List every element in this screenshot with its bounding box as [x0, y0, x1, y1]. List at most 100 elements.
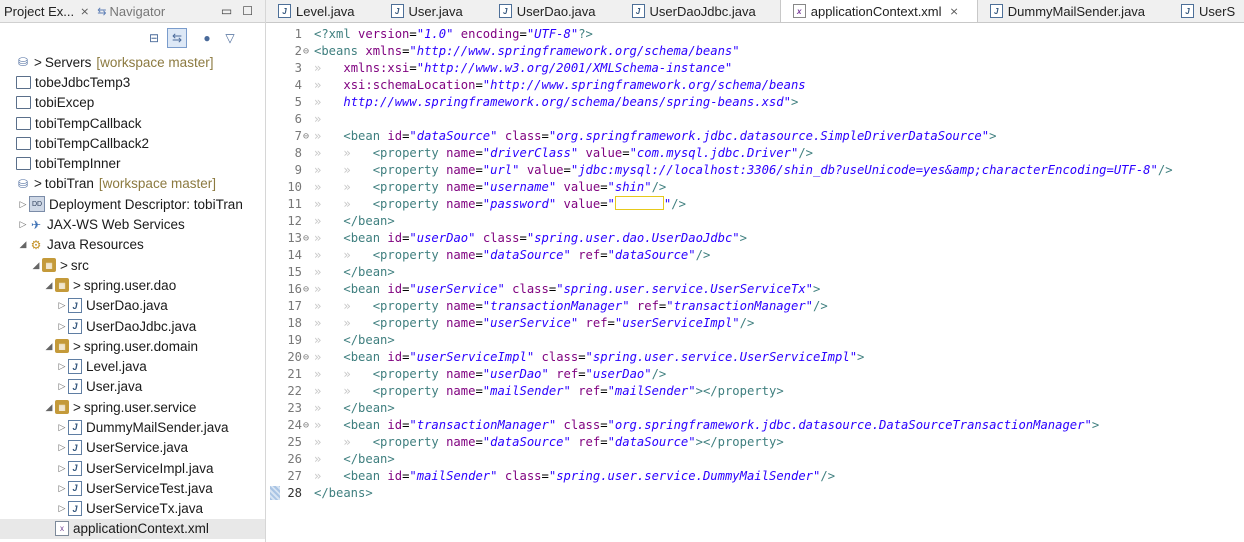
tree-item[interactable]: ▷ J UserServiceImpl.java	[0, 458, 265, 478]
tree-item[interactable]: ⛁ > Servers [workspace master]	[0, 52, 265, 72]
tree-item[interactable]: ▷ J UserService.java	[0, 438, 265, 458]
tree-item[interactable]: ▷ J DummyMailSender.java	[0, 417, 265, 437]
expanded-arrow-icon[interactable]: ◢	[30, 260, 42, 271]
xml-string: "org.springframework.jdbc.datasource.Sim…	[548, 129, 990, 143]
code-line: 27» <bean id="mailSender" class="spring.…	[266, 468, 1244, 485]
code-text: » <bean id="userDao" class="spring.user.…	[314, 230, 747, 247]
xml-string: "mailSender"	[607, 384, 696, 398]
tree-item[interactable]: ⛁ > tobiTran [workspace master]	[0, 174, 265, 194]
xml-tag: >	[790, 95, 799, 109]
collapsed-arrow-icon[interactable]: ▷	[56, 463, 68, 474]
collapsed-arrow-icon[interactable]: ▷	[56, 503, 68, 514]
tree-item[interactable]: ◢ ⚙ Java Resources	[0, 235, 265, 255]
collapsed-arrow-icon[interactable]: ▷	[17, 199, 29, 210]
tree-item[interactable]: tobiTempInner	[0, 153, 265, 173]
tree-item[interactable]: ◢ ▦ > spring.user.service	[0, 397, 265, 417]
tree-item[interactable]: x applicationContext.xml	[0, 518, 265, 540]
collapsed-arrow-icon[interactable]: ▷	[56, 381, 68, 392]
editor-tab[interactable]: J DummyMailSender.java	[978, 0, 1169, 22]
line-number: 13	[287, 231, 302, 245]
tree-item[interactable]: ▷ J UserServiceTest.java	[0, 478, 265, 498]
tree-item[interactable]: ▷ DD Deployment Descriptor: tobiTran	[0, 194, 265, 214]
editor-tab[interactable]: J UserDaoJdbc.java	[620, 0, 780, 22]
collapsed-arrow-icon[interactable]: ▷	[56, 361, 68, 372]
tree-item-label: UserDaoJdbc.java	[86, 318, 197, 334]
whitespace-marker: »	[343, 163, 373, 177]
fold-toggle-icon[interactable]: ⊖	[303, 281, 309, 298]
tree-item-repo-tag: [workspace master]	[96, 54, 214, 70]
project-tree: ⛁ > Servers [workspace master] tobeJdbcTemp…	[0, 52, 265, 540]
expanded-arrow-icon[interactable]: ◢	[17, 239, 29, 250]
fold-toggle-icon[interactable]: ⊖	[303, 230, 309, 247]
tree-item[interactable]: ▷ J User.java	[0, 377, 265, 397]
collapsed-arrow-icon[interactable]: ▷	[56, 321, 68, 332]
view-window-controls: ▭ ☐	[221, 4, 265, 18]
tree-item[interactable]: ▷ J UserServiceTx.java	[0, 499, 265, 519]
xml-tag: <property	[372, 163, 447, 177]
expanded-arrow-icon[interactable]: ◢	[43, 341, 55, 352]
tree-item[interactable]: tobiTempCallback2	[0, 133, 265, 153]
tab-navigator[interactable]: ⇆ Navigator	[93, 4, 169, 19]
fold-toggle-icon[interactable]: ⊖	[303, 349, 309, 366]
fold-toggle-icon[interactable]: ⊖	[303, 43, 309, 60]
xml-attribute: class	[541, 350, 579, 364]
tree-item[interactable]: ▷ J UserDaoJdbc.java	[0, 316, 265, 336]
tree-item[interactable]: ◢ ▦ > spring.user.domain	[0, 336, 265, 356]
code-text: » </bean>	[314, 213, 395, 230]
focus-active-task-icon[interactable]: ●	[197, 28, 217, 48]
tree-item[interactable]: ◢ ▦ > spring.user.dao	[0, 275, 265, 295]
xml-string: "driverClass"	[482, 146, 579, 160]
code-text: » <bean id="transactionManager" class="o…	[314, 417, 1099, 434]
collapsed-arrow-icon[interactable]: ▷	[17, 219, 29, 230]
xml-string: "userDao"	[409, 231, 476, 245]
xml-string: "http://www.springframework.org/schema/b…	[482, 78, 806, 92]
whitespace-marker: »	[343, 180, 373, 194]
collapse-all-icon[interactable]: ⊟	[144, 28, 164, 48]
tree-item[interactable]: ▷ J Level.java	[0, 356, 265, 376]
collapsed-arrow-icon[interactable]: ▷	[56, 422, 68, 433]
editor-tab[interactable]: J User.java	[379, 0, 487, 22]
tree-item[interactable]: ▷ ✈ JAX-WS Web Services	[0, 214, 265, 234]
editor-tab[interactable]: x applicationContext.xml ⨯	[779, 0, 978, 22]
close-icon[interactable]: ⨯	[80, 5, 89, 18]
tree-item[interactable]: ▷ J UserDao.java	[0, 296, 265, 316]
maximize-icon[interactable]: ☐	[242, 4, 253, 18]
xml-text	[556, 197, 563, 211]
editor-tab[interactable]: J UserDao.java	[487, 0, 620, 22]
expanded-arrow-icon[interactable]: ◢	[43, 402, 55, 413]
collapsed-arrow-icon[interactable]: ▷	[56, 483, 68, 494]
view-menu-icon[interactable]: ▽	[220, 28, 240, 48]
minimize-icon[interactable]: ▭	[221, 4, 232, 18]
editor-tab[interactable]: J UserS	[1169, 0, 1244, 22]
tree-item-label: UserService.java	[86, 440, 189, 456]
fold-toggle-icon[interactable]: ⊖	[303, 417, 309, 434]
editor-tab[interactable]: J Level.java	[266, 0, 379, 22]
tree-item-label: spring.user.service	[83, 399, 197, 415]
tree-item[interactable]: tobeJdbcTemp3	[0, 72, 265, 92]
whitespace-marker: »	[314, 282, 344, 296]
tree-item[interactable]: tobiExcep	[0, 93, 265, 113]
line-number: 21	[287, 367, 302, 381]
code-line: 12 » </bean>	[266, 213, 1244, 230]
line-number: 5	[294, 95, 302, 109]
collapsed-arrow-icon[interactable]: ▷	[56, 300, 68, 311]
xml-source-editor[interactable]: 1 <?xml version="1.0" encoding="UTF-8"?> 2…	[266, 26, 1244, 542]
code-line: 26 » </bean>	[266, 451, 1244, 468]
java-resources-icon: ⚙	[30, 237, 42, 252]
code-text: » <bean id="dataSource" class="org.sprin…	[314, 128, 996, 145]
xml-attribute: ref	[636, 299, 659, 313]
tree-item[interactable]: ◢ ▦ > src	[0, 255, 265, 275]
whitespace-marker: »	[314, 316, 344, 330]
fold-toggle-icon[interactable]: ⊖	[303, 128, 309, 145]
package-icon: ▦	[55, 278, 69, 293]
tree-item[interactable]: tobiTempCallback	[0, 113, 265, 133]
tab-project-explorer[interactable]: Project Ex... ⨯	[0, 4, 93, 19]
tree-item-label: JAX-WS Web Services	[47, 217, 185, 233]
line-number: 27	[287, 469, 302, 483]
xml-tag: <property	[372, 316, 447, 330]
expanded-arrow-icon[interactable]: ◢	[43, 280, 55, 291]
collapsed-arrow-icon[interactable]: ▷	[56, 442, 68, 453]
xml-attribute: class	[504, 129, 542, 143]
link-with-editor-icon[interactable]: ⇆	[167, 28, 187, 48]
close-icon[interactable]: ⨯	[950, 5, 959, 18]
